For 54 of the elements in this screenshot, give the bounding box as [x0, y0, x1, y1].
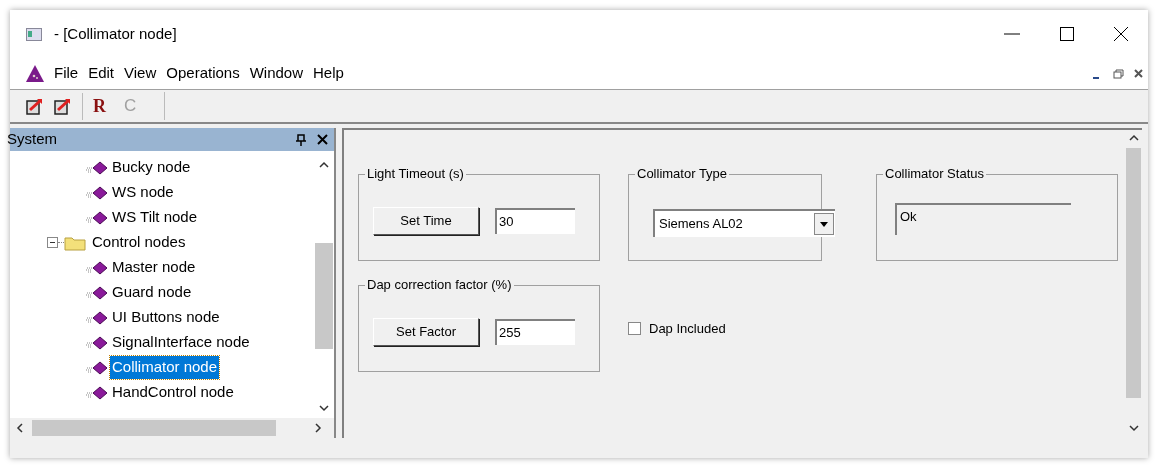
menu-item[interactable]: Edit — [88, 62, 115, 85]
node-icon — [84, 335, 108, 350]
type-dropdown[interactable]: Siemens AL02 — [653, 209, 835, 237]
node-icon — [84, 310, 108, 325]
tree-item[interactable]: WS node — [110, 181, 176, 204]
set-button[interactable]: Set Factor — [373, 318, 479, 346]
app-icon — [26, 27, 42, 41]
close-icon[interactable] — [317, 134, 328, 145]
number-field[interactable]: 30 — [495, 208, 575, 234]
collapse-toggle[interactable] — [47, 237, 58, 248]
close-icon[interactable] — [1114, 27, 1128, 41]
number-field[interactable]: 255 — [495, 319, 575, 345]
menu-item[interactable]: Help — [313, 62, 344, 85]
export-icon[interactable] — [26, 97, 44, 115]
scroll-right-icon[interactable] — [314, 423, 324, 433]
set-button[interactable]: Set Time — [373, 207, 479, 235]
tree-item[interactable]: WS Tilt node — [110, 206, 200, 229]
group-title: Light Timeout (s) — [365, 166, 466, 182]
group-title: Dap correction factor (%) — [365, 277, 514, 293]
scroll-left-icon[interactable] — [16, 423, 26, 433]
menu-item[interactable]: File — [54, 62, 79, 85]
pin-icon[interactable] — [295, 133, 307, 146]
group-title: Collimator Type — [635, 166, 730, 182]
export-icon[interactable] — [54, 97, 72, 115]
window-title: - [Collimator node] — [54, 23, 177, 44]
status-field: Ok — [895, 203, 1071, 235]
tree-item[interactable]: UI Buttons node — [110, 306, 222, 329]
scroll-down-icon[interactable] — [1128, 424, 1139, 434]
checkbox[interactable] — [628, 322, 641, 335]
horizontal-scrollbar[interactable] — [10, 418, 334, 438]
panel-title: System — [7, 129, 57, 150]
node-icon — [84, 260, 108, 275]
node-icon — [84, 285, 108, 300]
tree-item[interactable]: HandControl node — [110, 381, 236, 404]
tree-item[interactable]: Collimator node — [110, 356, 220, 379]
node-icon — [84, 360, 108, 375]
checkbox-label: Dap Included — [649, 319, 726, 338]
tree-item[interactable]: Control nodes — [92, 231, 186, 254]
tree-item[interactable]: Guard node — [110, 281, 194, 304]
node-icon — [84, 385, 108, 400]
folder-icon — [64, 234, 86, 251]
toolbar-button[interactable]: R — [82, 92, 110, 120]
scroll-down-icon[interactable] — [319, 404, 329, 414]
tree-item[interactable]: SignalInterface node — [110, 331, 252, 354]
menu-item[interactable]: View — [124, 62, 157, 85]
node-icon — [84, 210, 108, 225]
logo-icon — [26, 65, 44, 82]
menu-item[interactable]: Operations — [166, 62, 240, 85]
menu-item[interactable]: Window — [249, 62, 303, 85]
node-icon — [84, 185, 108, 200]
node-icon — [84, 160, 108, 175]
maximize-icon[interactable] — [1060, 27, 1074, 41]
tree-item[interactable]: Bucky node — [110, 156, 193, 179]
tree-item[interactable]: Master node — [110, 256, 198, 279]
